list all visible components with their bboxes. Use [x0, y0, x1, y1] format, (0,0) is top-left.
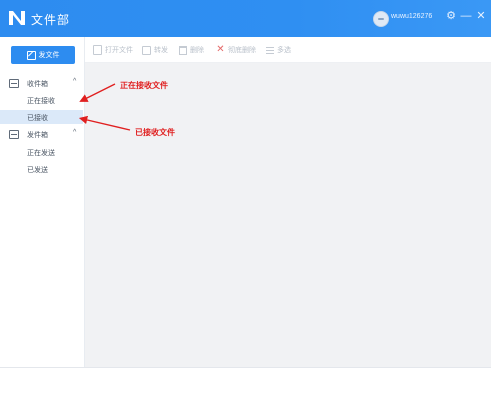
app-window: 文件部 wuwu126276 ⚙ — ✕ 发文件 收件箱 ^ 正在接收 已接收 …: [0, 0, 491, 368]
sidebar-item-label: 已接收: [27, 115, 48, 122]
sidebar-item-sending[interactable]: 正在发送: [0, 145, 83, 159]
avatar[interactable]: [373, 11, 389, 27]
forward-icon: [142, 45, 151, 55]
edit-icon: [26, 50, 36, 60]
outbox-group[interactable]: 发件箱 ^: [0, 128, 84, 142]
list-icon: [266, 46, 274, 54]
chevron-up-icon[interactable]: ^: [73, 78, 76, 85]
send-file-button[interactable]: 发文件: [11, 46, 75, 64]
forward-label: 转发: [154, 47, 168, 54]
close-icon: ✕: [216, 44, 225, 55]
forward-button[interactable]: 转发: [142, 44, 168, 56]
sidebar-item-sent[interactable]: 已发送: [0, 162, 83, 176]
inbox-group[interactable]: 收件箱 ^: [0, 77, 84, 91]
inbox-icon: [9, 79, 19, 88]
app-logo-icon: [9, 11, 25, 25]
close-icon[interactable]: ✕: [474, 9, 488, 23]
open-file-label: 打开文件: [105, 47, 133, 54]
toolbar: 打开文件 转发 删除 ✕ 彻底删除 多选: [85, 37, 491, 63]
sidebar: 发文件 收件箱 ^ 正在接收 已接收 发件箱 ^ 正在发送 已发送: [0, 37, 85, 367]
sidebar-item-label: 正在发送: [27, 150, 55, 157]
multi-select-label: 多选: [277, 47, 291, 54]
delete-all-label: 彻底删除: [228, 47, 256, 54]
document-icon: [93, 45, 102, 55]
open-file-button[interactable]: 打开文件: [93, 44, 133, 56]
send-file-label: 发文件: [38, 52, 60, 59]
delete-button[interactable]: 删除: [179, 44, 204, 56]
outbox-icon: [9, 130, 19, 139]
minimize-icon[interactable]: —: [459, 9, 473, 23]
sidebar-item-receiving[interactable]: 正在接收: [0, 93, 83, 107]
chevron-up-icon[interactable]: ^: [73, 129, 76, 136]
trash-icon: [179, 45, 187, 55]
username[interactable]: wuwu126276: [391, 13, 432, 20]
outbox-label: 发件箱: [27, 132, 48, 139]
delete-all-button[interactable]: ✕ 彻底删除: [216, 44, 256, 56]
multi-select-button[interactable]: 多选: [266, 44, 291, 56]
sidebar-item-received[interactable]: 已接收: [0, 110, 83, 124]
inbox-label: 收件箱: [27, 81, 48, 88]
file-list-area[interactable]: [85, 63, 491, 367]
gear-icon[interactable]: ⚙: [444, 9, 458, 23]
title-bar[interactable]: 文件部 wuwu126276 ⚙ — ✕: [0, 0, 491, 37]
sidebar-item-label: 已发送: [27, 167, 48, 174]
sidebar-item-label: 正在接收: [27, 98, 55, 105]
app-title: 文件部: [31, 13, 71, 27]
delete-label: 删除: [190, 47, 204, 54]
